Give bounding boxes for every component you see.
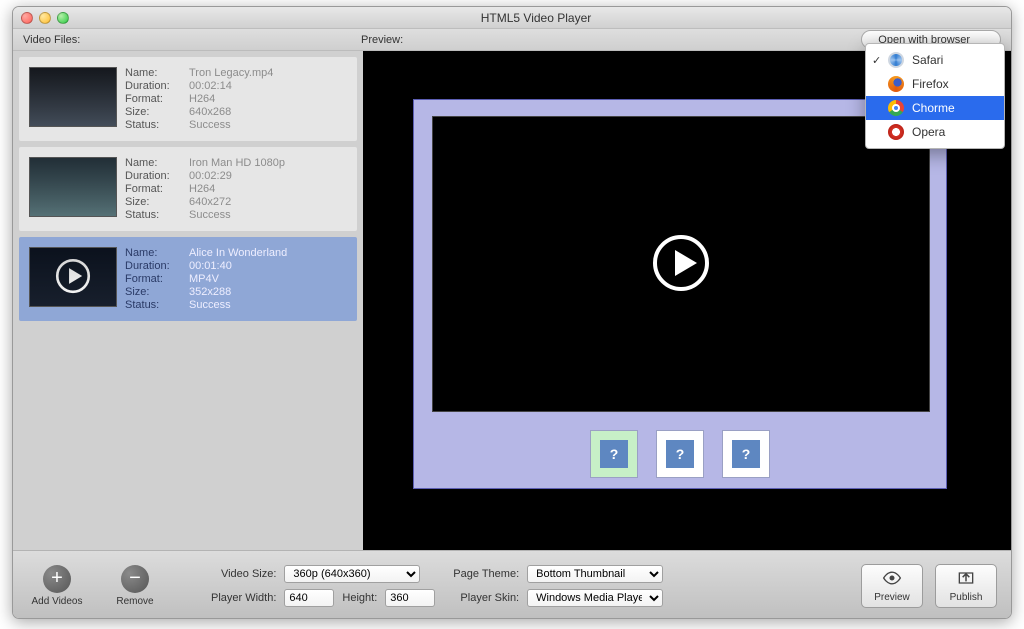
opera-icon xyxy=(888,124,904,140)
video-size-label: Video Size: xyxy=(211,568,276,580)
meta-value-name: Alice In Wonderland xyxy=(189,247,287,259)
add-videos-label: Add Videos xyxy=(32,596,83,607)
meta-label-format: Format: xyxy=(125,273,183,285)
meta-value-format: MP4V xyxy=(189,273,287,285)
chrome-icon xyxy=(888,100,904,116)
browser-menu-item-label: Opera xyxy=(912,125,945,139)
meta-value-size: 640x272 xyxy=(189,196,285,208)
meta-label-duration: Duration: xyxy=(125,170,183,182)
browser-menu-item-safari[interactable]: Safari xyxy=(866,48,1004,72)
meta-value-name: Iron Man HD 1080p xyxy=(189,157,285,169)
meta-value-duration: 00:02:29 xyxy=(189,170,285,182)
meta-label-size: Size: xyxy=(125,106,183,118)
meta-value-size: 640x268 xyxy=(189,106,273,118)
thumbnail-strip: ? ? ? xyxy=(414,430,946,478)
height-input[interactable] xyxy=(385,589,435,607)
player-width-label: Player Width: xyxy=(211,592,276,604)
minus-icon: − xyxy=(121,565,149,593)
preview-header: Preview: xyxy=(361,34,403,46)
player-video[interactable] xyxy=(432,116,930,412)
meta-label-format: Format: xyxy=(125,93,183,105)
list-item[interactable]: Name: Tron Legacy.mp4 Duration: 00:02:14… xyxy=(19,57,357,141)
settings-group-left: Video Size: 360p (640x360) Player Width:… xyxy=(211,565,435,607)
preview-button[interactable]: Preview xyxy=(861,564,923,608)
plus-icon: + xyxy=(43,565,71,593)
browser-menu-item-chrome[interactable]: Chorme xyxy=(866,96,1004,120)
app-window: HTML5 Video Player Video Files: Preview:… xyxy=(12,6,1012,619)
meta-value-name: Tron Legacy.mp4 xyxy=(189,67,273,79)
thumbnail-item[interactable]: ? xyxy=(656,430,704,478)
meta-label-status: Status: xyxy=(125,119,183,131)
browser-menu: Safari Firefox Chorme Opera xyxy=(865,43,1005,149)
file-thumbnail xyxy=(29,67,117,127)
meta-label-size: Size: xyxy=(125,286,183,298)
meta-value-status: Success xyxy=(189,119,273,131)
meta-label-size: Size: xyxy=(125,196,183,208)
thumbnail-item[interactable]: ? xyxy=(590,430,638,478)
meta-value-format: H264 xyxy=(189,183,285,195)
player-width-input[interactable] xyxy=(284,589,334,607)
meta-value-duration: 00:01:40 xyxy=(189,260,287,272)
main-area: Name: Tron Legacy.mp4 Duration: 00:02:14… xyxy=(13,51,1011,550)
page-theme-select[interactable]: Bottom Thumbnail xyxy=(527,565,663,583)
meta-value-status: Success xyxy=(189,299,287,311)
footer-toolbar: + Add Videos − Remove Video Size: 360p (… xyxy=(13,550,1011,619)
player-frame: ? ? ? xyxy=(413,99,947,489)
zoom-icon[interactable] xyxy=(57,12,69,24)
meta-label-name: Name: xyxy=(125,247,183,259)
preview-button-label: Preview xyxy=(874,592,910,603)
meta-label-name: Name: xyxy=(125,67,183,79)
video-size-select[interactable]: 360p (640x360) xyxy=(284,565,420,583)
meta-label-duration: Duration: xyxy=(125,260,183,272)
video-files-list[interactable]: Name: Tron Legacy.mp4 Duration: 00:02:14… xyxy=(13,51,363,550)
play-overlay-icon xyxy=(52,255,94,300)
firefox-icon xyxy=(888,76,904,92)
play-icon[interactable] xyxy=(649,231,713,298)
file-thumbnail xyxy=(29,157,117,217)
eye-icon xyxy=(882,569,902,590)
page-theme-label: Page Theme: xyxy=(453,568,519,580)
meta-label-name: Name: xyxy=(125,157,183,169)
remove-label: Remove xyxy=(116,596,153,607)
player-skin-select[interactable]: Windows Media Player xyxy=(527,589,663,607)
safari-icon xyxy=(888,52,904,68)
list-item[interactable]: Name: Iron Man HD 1080p Duration: 00:02:… xyxy=(19,147,357,231)
video-files-header: Video Files: xyxy=(23,34,361,46)
meta-value-size: 352x288 xyxy=(189,286,287,298)
browser-menu-item-label: Safari xyxy=(912,53,943,67)
publish-button[interactable]: Publish xyxy=(935,564,997,608)
meta-value-status: Success xyxy=(189,209,285,221)
add-videos-button[interactable]: + Add Videos xyxy=(27,565,87,607)
right-actions: Preview Publish xyxy=(861,564,997,608)
browser-menu-item-opera[interactable]: Opera xyxy=(866,120,1004,144)
browser-menu-item-label: Firefox xyxy=(912,77,949,91)
height-label: Height: xyxy=(342,592,377,604)
browser-menu-item-firefox[interactable]: Firefox xyxy=(866,72,1004,96)
publish-button-label: Publish xyxy=(950,592,983,603)
meta-value-duration: 00:02:14 xyxy=(189,80,273,92)
player-skin-label: Player Skin: xyxy=(453,592,519,604)
window-title: HTML5 Video Player xyxy=(69,11,1003,25)
window-controls xyxy=(21,12,69,24)
settings-group-right: Page Theme: Bottom Thumbnail Player Skin… xyxy=(453,565,663,607)
meta-label-duration: Duration: xyxy=(125,80,183,92)
remove-button[interactable]: − Remove xyxy=(105,565,165,607)
meta-label-format: Format: xyxy=(125,183,183,195)
close-icon[interactable] xyxy=(21,12,33,24)
minimize-icon[interactable] xyxy=(39,12,51,24)
thumb-placeholder-icon: ? xyxy=(666,440,694,468)
file-thumbnail xyxy=(29,247,117,307)
header-row: Video Files: Preview: Open with browser xyxy=(13,29,1011,51)
titlebar: HTML5 Video Player xyxy=(13,7,1011,29)
list-item[interactable]: Name: Alice In Wonderland Duration: 00:0… xyxy=(19,237,357,321)
meta-label-status: Status: xyxy=(125,299,183,311)
thumb-placeholder-icon: ? xyxy=(600,440,628,468)
thumb-placeholder-icon: ? xyxy=(732,440,760,468)
thumbnail-item[interactable]: ? xyxy=(722,430,770,478)
browser-menu-item-label: Chorme xyxy=(912,101,955,115)
meta-value-format: H264 xyxy=(189,93,273,105)
meta-label-status: Status: xyxy=(125,209,183,221)
publish-icon xyxy=(956,569,976,590)
